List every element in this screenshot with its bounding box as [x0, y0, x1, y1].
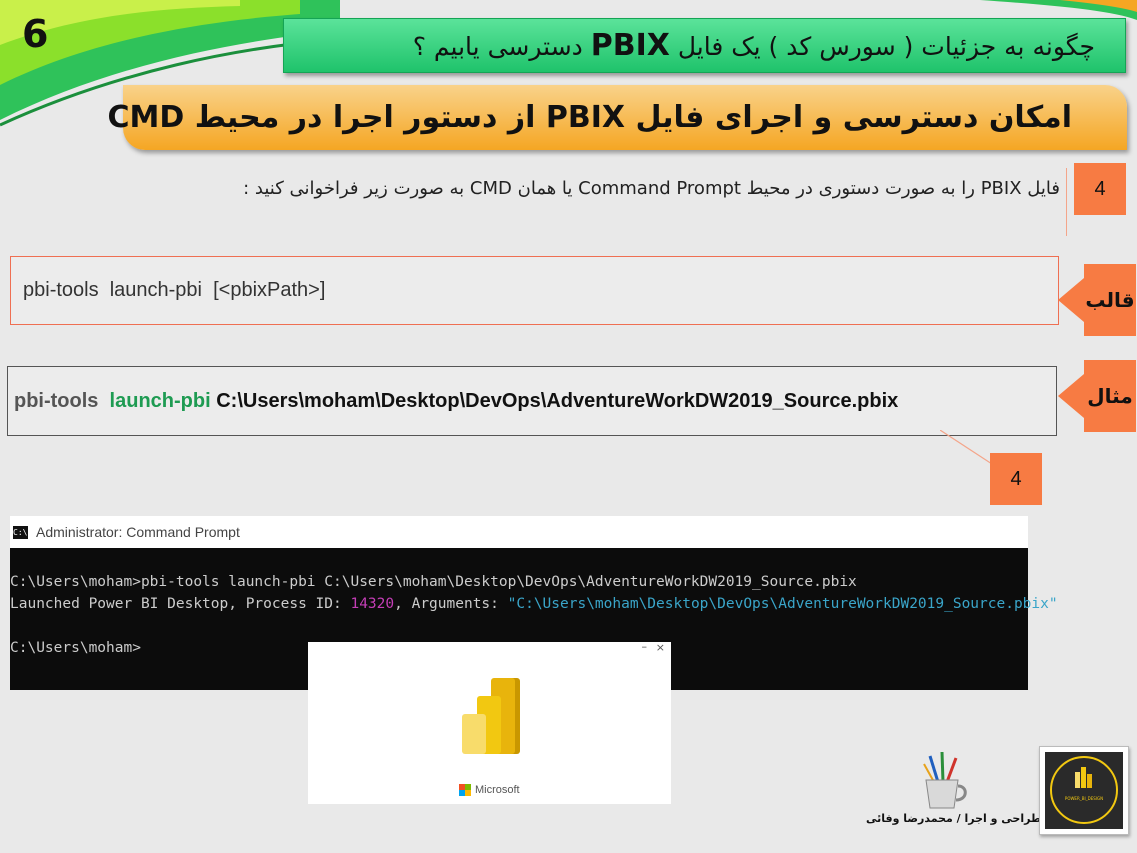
- template-code-box: pbi-tools launch-pbi [<pbixPath>]: [10, 256, 1059, 325]
- microsoft-logo-icon: [459, 784, 471, 796]
- subtitle-text: امکان دسترسی و اجرای فایل PBIX از دستور …: [107, 100, 1072, 135]
- example-path: C:\Users\moham\Desktop\DevOps\AdventureW…: [216, 389, 899, 412]
- process-id: 14320: [350, 596, 395, 612]
- brand-logo-card: POWER_BI_DESIGN: [1039, 746, 1129, 835]
- example-label: مثال: [1084, 360, 1136, 432]
- brush-mug-icon: [923, 752, 967, 809]
- console-prompt[interactable]: C:\Users\moham>: [10, 640, 141, 656]
- minimize-button[interactable]: –: [642, 640, 648, 653]
- callout-arrow-icon: [1058, 278, 1084, 322]
- console-line: C:\Users\moham>pbi-tools launch-pbi C:\U…: [10, 574, 857, 590]
- author-credit: طراحی و اجرا / محمدرضا وفائی: [866, 812, 1042, 825]
- template-code: pbi-tools launch-pbi [<pbixPath>]: [23, 279, 326, 301]
- cmd-window-titlebar[interactable]: C:\ Administrator: Command Prompt: [10, 516, 1028, 548]
- microsoft-brand: Microsoft: [459, 784, 520, 796]
- close-button[interactable]: ×: [656, 641, 665, 654]
- example-code-box: pbi-tools launch-pbi C:\Users\moham\Desk…: [7, 366, 1057, 436]
- template-callout: قالب: [1058, 264, 1136, 336]
- microsoft-label: Microsoft: [475, 784, 520, 796]
- example-callout: مثال: [1058, 360, 1136, 432]
- brand-ring-icon: [1050, 756, 1118, 824]
- cmd-window-title: Administrator: Command Prompt: [36, 524, 240, 540]
- title-text: چگونه به جزئیات ( سورس کد ) یک فایل PBIX…: [412, 28, 1095, 63]
- title-emphasis: PBIX: [590, 28, 670, 63]
- brand-text: POWER_BI_DESIGN: [1064, 796, 1104, 801]
- step-badge: 4: [990, 453, 1042, 505]
- slide-number: 6: [22, 12, 49, 56]
- title-banner: چگونه به جزئیات ( سورس کد ) یک فایل PBIX…: [283, 18, 1126, 73]
- powerbi-splash-window: – × Microsoft: [308, 640, 671, 804]
- subtitle-banner: امکان دسترسی و اجرای فایل PBIX از دستور …: [108, 85, 1127, 150]
- instruction-divider: [1066, 168, 1067, 236]
- step-badge: 4: [1074, 163, 1126, 215]
- cmd-icon: C:\: [13, 525, 28, 539]
- example-code: pbi-tools launch-pbi C:\Users\moham\Desk…: [14, 390, 898, 413]
- example-tool: pbi-tools: [14, 389, 110, 412]
- console-line: Launched Power BI Desktop, Process ID: 1…: [10, 596, 1058, 612]
- template-label: قالب: [1084, 264, 1136, 336]
- callout-arrow-icon: [1058, 374, 1084, 418]
- example-command: launch-pbi: [109, 389, 217, 412]
- instruction-text: فایل PBIX را به صورت دستوری در محیط Comm…: [243, 178, 1060, 199]
- powerbi-logo-icon: [462, 678, 520, 754]
- arguments-string: "C:\Users\moham\Desktop\DevOps\Adventure…: [507, 596, 1058, 612]
- brand-logo-badge: POWER_BI_DESIGN: [1045, 752, 1123, 829]
